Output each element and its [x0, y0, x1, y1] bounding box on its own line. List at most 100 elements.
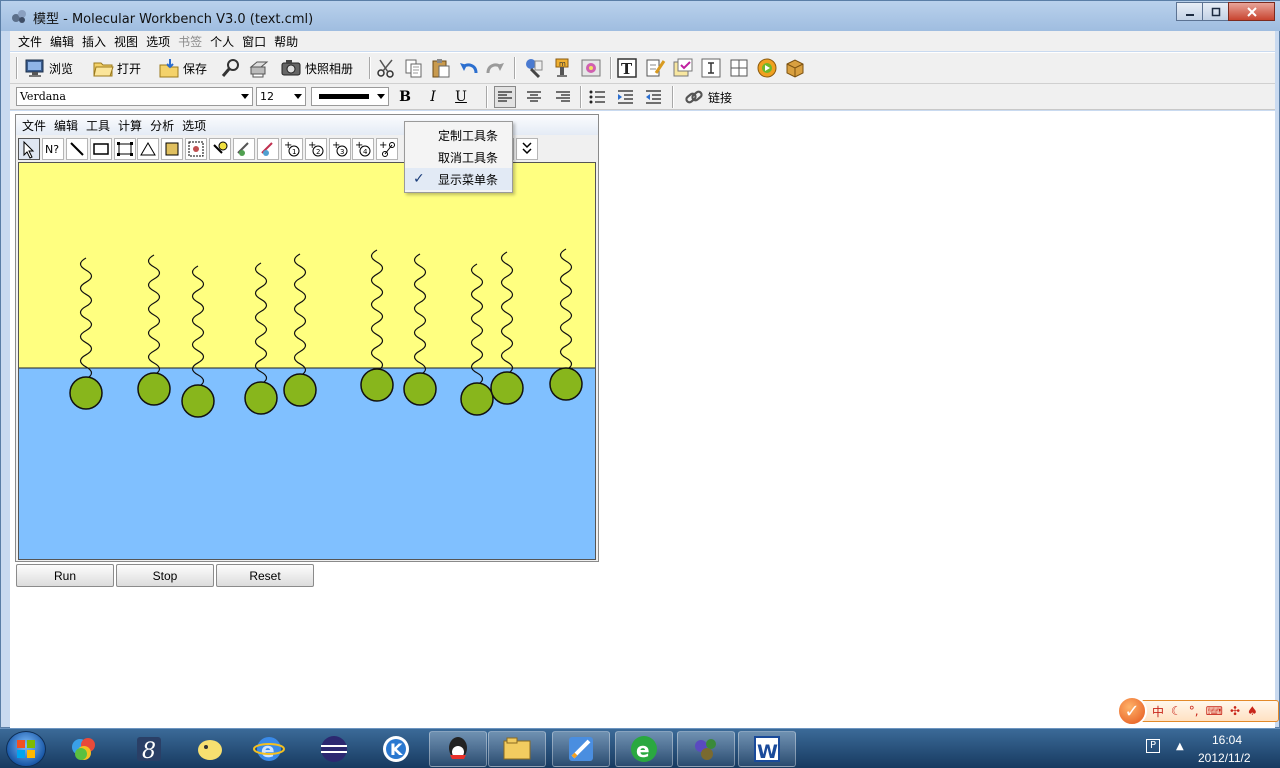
hyperlink-button[interactable]: 链接	[683, 84, 732, 110]
add-atom-3-button[interactable]: +3	[328, 138, 351, 160]
indent-button[interactable]	[614, 84, 636, 110]
model-menu-analysis[interactable]: 分析	[146, 117, 178, 134]
menu-insert[interactable]: 插入	[78, 33, 110, 50]
add-atom-1-button[interactable]: +1	[280, 138, 303, 160]
heat-tool-button[interactable]	[209, 138, 232, 160]
snapshot-button[interactable]: 快照相册	[280, 55, 353, 81]
stop-button[interactable]: Stop	[116, 564, 214, 587]
paste-button[interactable]	[430, 55, 452, 81]
model-menu-tools[interactable]: 工具	[82, 117, 114, 134]
cut-button[interactable]	[375, 55, 397, 81]
bold-button[interactable]: B	[395, 87, 415, 107]
simulation-canvas[interactable]	[18, 162, 596, 560]
bullet-list-button[interactable]	[586, 84, 608, 110]
taskbar-ie-open-button[interactable]: e	[615, 731, 673, 767]
title-bar[interactable]: 模型 - Molecular Workbench V3.0 (text.cml)	[1, 1, 1280, 31]
resize-tool-button[interactable]	[113, 138, 136, 160]
model-menu-compute[interactable]: 计算	[114, 117, 146, 134]
align-center-button[interactable]	[523, 84, 545, 110]
skin-icon[interactable]: ♠	[1247, 704, 1258, 718]
model-menu-options[interactable]: 选项	[178, 117, 210, 134]
add-molecule-button[interactable]: +	[376, 138, 399, 160]
show-hidden-icons-icon[interactable]: ▲	[1176, 741, 1184, 752]
undo-button[interactable]	[458, 55, 480, 81]
menu-view[interactable]: 视图	[110, 33, 142, 50]
ime-mode-toggle[interactable]: 中	[1152, 703, 1164, 720]
angle-tool-button[interactable]	[137, 138, 160, 160]
align-right-button[interactable]	[552, 84, 574, 110]
ime-tray-icon[interactable]: P	[1146, 739, 1160, 753]
browse-button[interactable]: 浏览	[24, 55, 73, 81]
fill-tool-button[interactable]	[185, 138, 208, 160]
taskbar-s-app-button[interactable]: 8	[120, 731, 178, 767]
minimize-button[interactable]	[1176, 2, 1203, 21]
find-button[interactable]	[220, 55, 242, 81]
bond-tool-button[interactable]	[65, 138, 88, 160]
outdent-button[interactable]	[642, 84, 664, 110]
taskbar-molecular-workbench-button[interactable]	[677, 731, 735, 767]
taskbar-qq-browser-button[interactable]	[181, 731, 239, 767]
punctuation-icon[interactable]: °,	[1189, 704, 1199, 718]
spell-check-button[interactable]	[523, 55, 545, 81]
font-family-select[interactable]: Verdana	[16, 87, 253, 106]
insert-component-button[interactable]	[784, 55, 806, 81]
remove-tool-button[interactable]: N?	[41, 138, 64, 160]
menu-item-hide-toolbar[interactable]: 取消工具条	[405, 146, 512, 168]
add-atom-2-button[interactable]: +2	[304, 138, 327, 160]
clock-date[interactable]: 2012/11/2	[1198, 751, 1251, 765]
menu-edit[interactable]: 编辑	[46, 33, 78, 50]
underline-button[interactable]: U	[451, 87, 471, 107]
insert-media-button[interactable]	[756, 55, 778, 81]
keyboard-icon[interactable]: ⌨	[1206, 704, 1223, 718]
insert-table-button[interactable]	[728, 55, 750, 81]
taskbar-k-app-button[interactable]: K	[367, 731, 425, 767]
start-button[interactable]	[6, 731, 46, 767]
clock-time[interactable]: 16:04	[1212, 733, 1242, 747]
insert-model-button[interactable]: m	[551, 55, 573, 81]
insert-textfield-button[interactable]	[700, 55, 722, 81]
add-atom-4-button[interactable]: +4	[352, 138, 375, 160]
taskbar-edit-app-button[interactable]	[552, 731, 610, 767]
redo-button[interactable]	[484, 55, 506, 81]
menu-item-customize-toolbar[interactable]: 定制工具条	[405, 124, 512, 146]
select-tool-button[interactable]	[18, 138, 40, 160]
save-button[interactable]: 保存	[158, 55, 207, 81]
taskbar-qq-button[interactable]	[429, 731, 487, 767]
insert-checkbox-button[interactable]	[644, 55, 666, 81]
obstacle-tool-button[interactable]	[161, 138, 184, 160]
insert-question-button[interactable]	[672, 55, 694, 81]
maximize-button[interactable]	[1202, 2, 1229, 21]
taskbar-file-explorer-button[interactable]	[488, 731, 546, 767]
taskbar-photo-viewer-button[interactable]	[55, 731, 113, 767]
cool-tool-button[interactable]	[233, 138, 256, 160]
font-color-select[interactable]	[311, 87, 389, 106]
italic-button[interactable]: I	[423, 87, 443, 107]
menu-item-show-menubar[interactable]: ✓ 显示菜单条	[405, 168, 512, 190]
run-button[interactable]: Run	[16, 564, 114, 587]
print-button[interactable]	[248, 55, 270, 81]
copy-button[interactable]	[403, 55, 425, 81]
menu-file[interactable]: 文件	[14, 33, 46, 50]
model-menu-edit[interactable]: 编辑	[50, 117, 82, 134]
moon-icon[interactable]: ☾	[1171, 704, 1182, 718]
tools-icon[interactable]: ✣	[1230, 704, 1240, 718]
align-left-button[interactable]	[494, 84, 516, 110]
mark-tool-button[interactable]	[256, 138, 279, 160]
taskbar-word-button[interactable]: W	[738, 731, 796, 767]
close-button[interactable]	[1228, 2, 1275, 21]
menu-help[interactable]: 帮助	[270, 33, 302, 50]
taskbar-eclipse-button[interactable]	[305, 731, 363, 767]
reset-button[interactable]: Reset	[216, 564, 314, 587]
insert-text-button[interactable]: T	[616, 55, 638, 81]
menu-personal[interactable]: 个人	[206, 33, 238, 50]
open-button[interactable]: 打开	[92, 55, 141, 81]
model-menu-file[interactable]: 文件	[18, 117, 50, 134]
insert-image-button[interactable]	[580, 55, 602, 81]
font-size-select[interactable]: 12	[256, 87, 306, 106]
sogou-logo-icon[interactable]: ✓	[1117, 696, 1147, 726]
ime-bar[interactable]: 中 ☾ °, ⌨ ✣ ♠	[1135, 700, 1279, 722]
taskbar-internet-explorer-button[interactable]: e	[240, 731, 298, 767]
menu-window[interactable]: 窗口	[238, 33, 270, 50]
more-tools-button[interactable]	[516, 138, 539, 160]
rectangle-tool-button[interactable]	[89, 138, 112, 160]
